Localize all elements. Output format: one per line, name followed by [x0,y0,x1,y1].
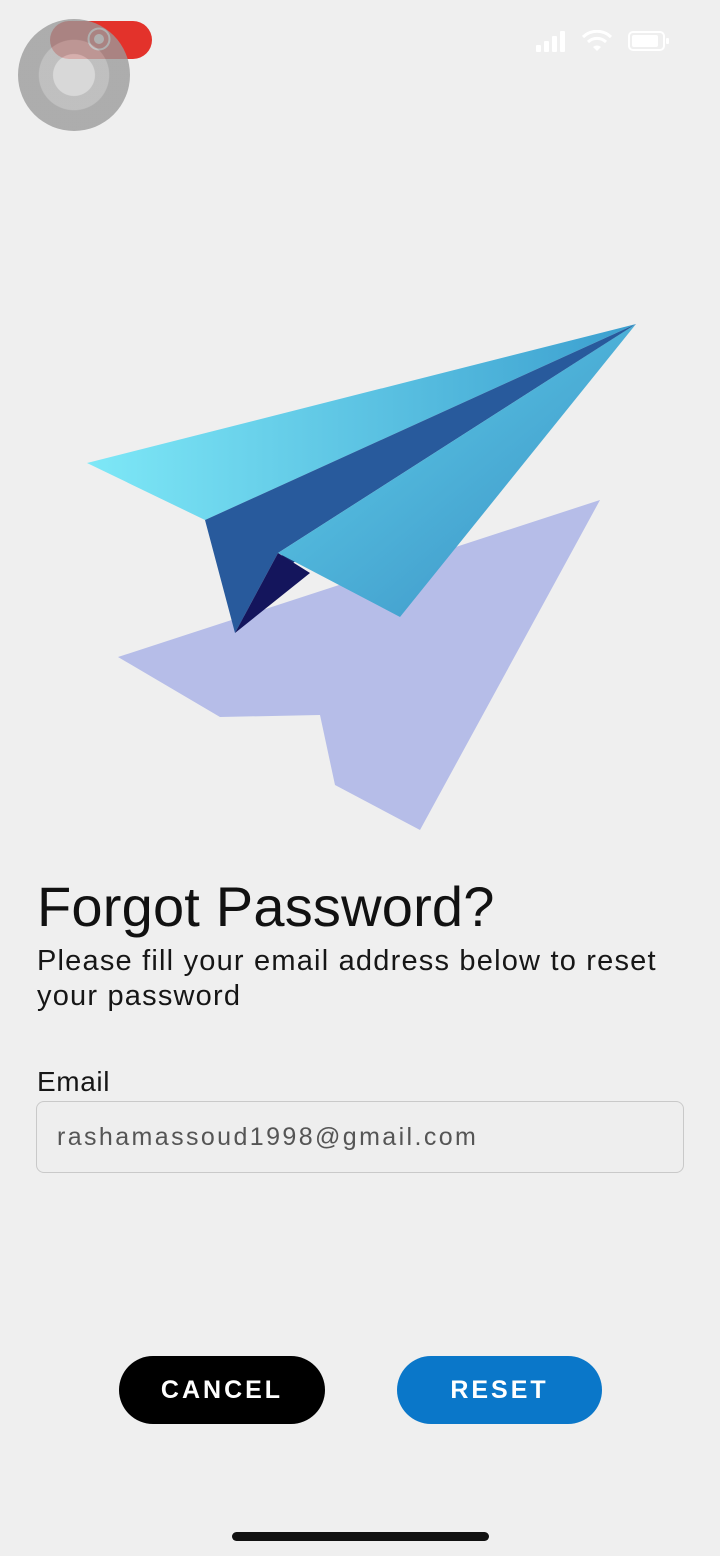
reset-button[interactable]: RESET [397,1356,602,1424]
assistive-touch-button[interactable] [18,19,130,131]
email-label: Email [37,1066,111,1097]
wifi-icon [582,30,612,51]
signal-icon [536,31,565,52]
cancel-button[interactable]: CANCEL [119,1356,325,1424]
status-bar [0,0,720,131]
battery-icon [628,31,669,51]
home-indicator[interactable] [232,1532,489,1541]
page-title: Forgot Password? [37,875,495,938]
status-icons [536,30,670,52]
email-field[interactable] [36,1101,684,1173]
paper-plane-illustration [87,324,636,830]
page-subtitle: Please fill your email address below to … [37,945,657,1012]
